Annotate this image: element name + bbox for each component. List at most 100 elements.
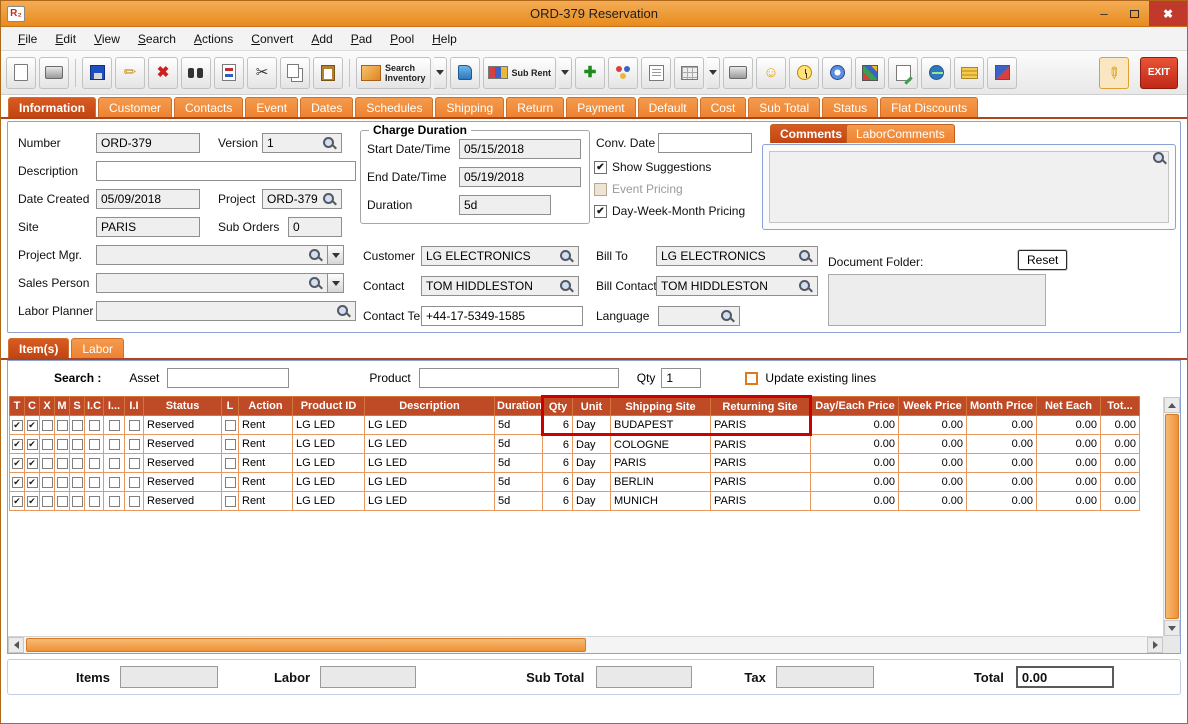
- cell-day-each-price[interactable]: 0.00: [810, 453, 899, 473]
- table-row[interactable]: ✔ ✔ Reserved Rent LG LED LG LED 5d 6 Day…: [9, 491, 1140, 511]
- search-icon[interactable]: [1152, 151, 1167, 166]
- cell-check[interactable]: [39, 434, 55, 454]
- row-checkbox[interactable]: ✔: [11, 457, 23, 469]
- col-header-duration[interactable]: Duration: [494, 396, 543, 416]
- clock-button[interactable]: [789, 56, 820, 89]
- cell-unit[interactable]: Day: [572, 491, 611, 511]
- highlight-pen-button[interactable]: ✏: [1099, 56, 1129, 89]
- search-icon[interactable]: [798, 249, 813, 264]
- row-checkbox[interactable]: [41, 419, 53, 431]
- row-checkbox[interactable]: ✔: [11, 419, 23, 431]
- col-header-shipping-site[interactable]: Shipping Site: [610, 395, 711, 416]
- vertical-scroll-thumb[interactable]: [1165, 414, 1179, 619]
- contact-field[interactable]: TOM HIDDLESTON: [421, 276, 579, 296]
- cell-status[interactable]: Reserved: [143, 415, 222, 435]
- exit-button[interactable]: EXIT: [1140, 56, 1178, 89]
- col-header-m[interactable]: M: [54, 396, 70, 416]
- start-date-field[interactable]: 05/15/2018: [459, 139, 581, 159]
- row-checkbox[interactable]: [224, 438, 236, 450]
- row-checkbox[interactable]: [71, 438, 83, 450]
- comments-textarea[interactable]: [769, 151, 1169, 223]
- cell-status[interactable]: Reserved: [143, 434, 222, 454]
- horizontal-scrollbar[interactable]: [8, 636, 1163, 653]
- row-checkbox[interactable]: [108, 476, 120, 488]
- print-button[interactable]: [39, 56, 69, 89]
- tab-schedules[interactable]: Schedules: [355, 97, 434, 117]
- row-checkbox[interactable]: ✔: [26, 476, 38, 488]
- document-folder-box[interactable]: [828, 274, 1046, 326]
- minimize-button[interactable]: –: [1089, 1, 1119, 26]
- tab-shipping[interactable]: Shipping: [435, 97, 505, 117]
- tax-field[interactable]: [775, 666, 874, 688]
- cell-check[interactable]: ✔: [24, 491, 40, 511]
- cell-check[interactable]: [54, 434, 70, 454]
- cell-check[interactable]: [84, 453, 104, 473]
- vertical-scrollbar[interactable]: [1163, 397, 1180, 636]
- delete-button[interactable]: ✖: [148, 56, 178, 89]
- bill-to-field[interactable]: LG ELECTRONICS: [656, 246, 818, 266]
- cell-check[interactable]: [84, 491, 104, 511]
- row-checkbox[interactable]: [108, 495, 120, 507]
- cell-shipping-site[interactable]: COLOGNE: [610, 434, 711, 454]
- search-icon[interactable]: [559, 249, 574, 264]
- menu-item-view[interactable]: View: [85, 29, 129, 49]
- sub-rent-dropdown[interactable]: [559, 56, 573, 89]
- cell-check[interactable]: [69, 415, 85, 435]
- cell-check[interactable]: [39, 472, 55, 492]
- print-form-button[interactable]: [723, 56, 754, 89]
- search-inventory-dropdown[interactable]: [433, 56, 447, 89]
- end-date-field[interactable]: 05/19/2018: [459, 167, 581, 187]
- cell-tot[interactable]: 0.00: [1100, 472, 1140, 492]
- col-header-returning-site[interactable]: Returning Site: [710, 395, 812, 416]
- cell-l[interactable]: [221, 453, 239, 473]
- cell-day-each-price[interactable]: 0.00: [810, 415, 899, 435]
- find-button[interactable]: [181, 56, 211, 89]
- cell-l[interactable]: [221, 472, 239, 492]
- cell-qty[interactable]: 6: [542, 472, 573, 492]
- sub-total-field[interactable]: [596, 666, 693, 688]
- tab-information[interactable]: Information: [8, 97, 96, 117]
- cell-check[interactable]: [124, 472, 144, 492]
- row-checkbox[interactable]: [224, 419, 236, 431]
- cell-check[interactable]: [124, 434, 144, 454]
- sub-rent-button[interactable]: Sub Rent: [482, 56, 557, 89]
- cell-unit[interactable]: Day: [572, 415, 611, 436]
- cell-check[interactable]: [39, 491, 55, 511]
- cell-check[interactable]: [69, 491, 85, 511]
- cell-check[interactable]: ✔: [9, 415, 25, 435]
- cell-check[interactable]: [124, 453, 144, 473]
- cube-button[interactable]: [855, 56, 886, 89]
- project-mgr-field[interactable]: [96, 245, 328, 265]
- save-button[interactable]: [82, 56, 112, 89]
- menu-item-search[interactable]: Search: [129, 29, 185, 49]
- tab-default[interactable]: Default: [637, 97, 698, 117]
- labor-total-field[interactable]: [320, 666, 417, 688]
- pool-button[interactable]: [608, 56, 639, 89]
- cell-action[interactable]: Rent: [238, 491, 293, 511]
- col-header-i[interactable]: I...: [103, 396, 125, 416]
- cell-action[interactable]: Rent: [238, 415, 293, 435]
- event-pricing-checkbox[interactable]: Event Pricing: [594, 182, 683, 196]
- horizontal-scroll-thumb[interactable]: [26, 638, 586, 652]
- bill-contact-field[interactable]: TOM HIDDLESTON: [656, 276, 818, 296]
- asset-input[interactable]: [167, 368, 290, 388]
- row-checkbox[interactable]: [41, 438, 53, 450]
- row-checkbox[interactable]: [108, 419, 120, 431]
- cell-duration[interactable]: 5d: [494, 434, 543, 454]
- menu-item-help[interactable]: Help: [423, 29, 466, 49]
- cell-check[interactable]: ✔: [9, 491, 25, 511]
- row-checkbox[interactable]: [71, 419, 83, 431]
- row-checkbox[interactable]: [88, 419, 100, 431]
- site-field[interactable]: PARIS: [96, 217, 200, 237]
- cell-net-each[interactable]: 0.00: [1036, 434, 1101, 454]
- row-checkbox[interactable]: [128, 476, 140, 488]
- cd-button[interactable]: [822, 56, 853, 89]
- search-icon[interactable]: [720, 309, 735, 324]
- sales-person-dropdown[interactable]: [327, 273, 344, 293]
- cell-check[interactable]: ✔: [24, 453, 40, 473]
- show-suggestions-checkbox[interactable]: ✔ Show Suggestions: [594, 160, 711, 174]
- cell-week-price[interactable]: 0.00: [898, 453, 967, 473]
- cell-returning-site[interactable]: PARIS: [710, 434, 811, 454]
- row-checkbox[interactable]: ✔: [11, 438, 23, 450]
- search-icon[interactable]: [308, 276, 323, 291]
